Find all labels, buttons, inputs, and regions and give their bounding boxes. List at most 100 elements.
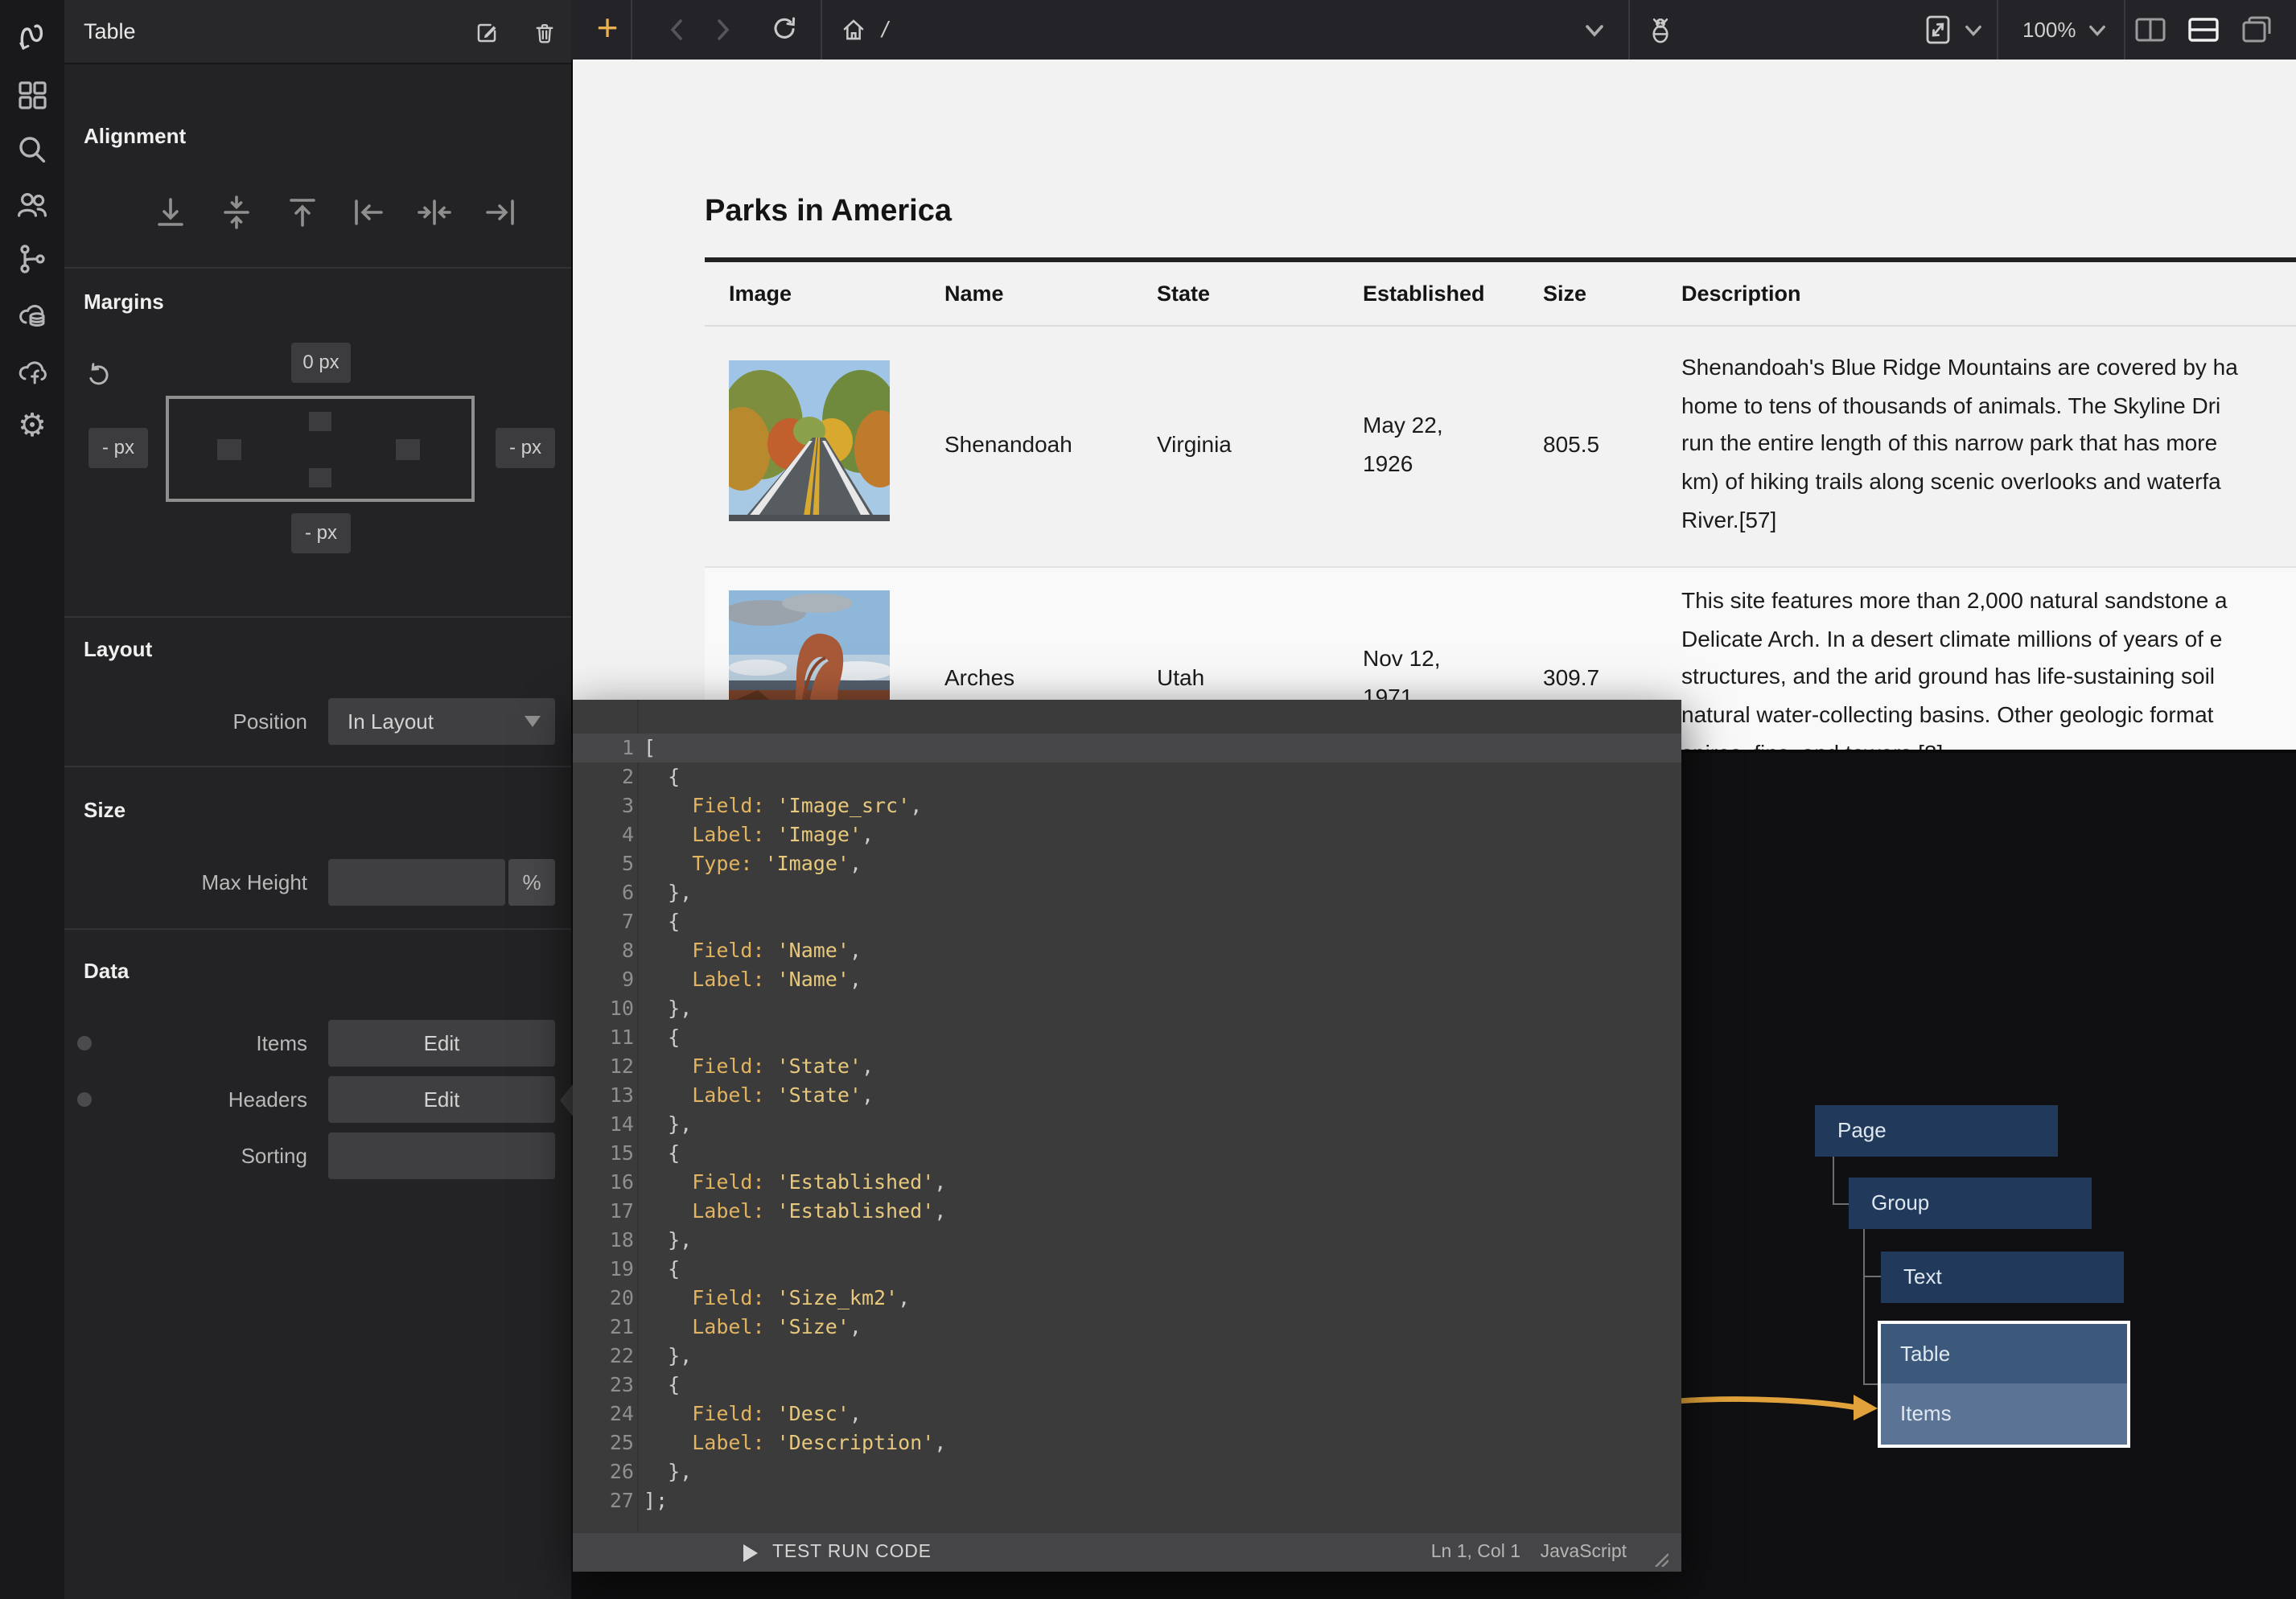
code-line[interactable]: 9 Label: 'Name',	[573, 965, 1681, 994]
code-line[interactable]: 21 Label: 'Size',	[573, 1313, 1681, 1342]
col-header[interactable]: Name	[944, 262, 1004, 325]
align-top-icon[interactable]	[283, 193, 322, 232]
reset-margins-icon[interactable]	[85, 362, 113, 389]
code-line[interactable]: 4 Label: 'Image',	[573, 820, 1681, 849]
sorting-input[interactable]	[328, 1132, 555, 1179]
code-text[interactable]: {	[644, 1023, 680, 1052]
test-run-code-button[interactable]: TEST RUN CODE	[772, 1533, 932, 1573]
code-text[interactable]: },	[644, 994, 692, 1023]
items-edit-button[interactable]: Edit	[328, 1020, 555, 1067]
code-line[interactable]: 25 Label: 'Description',	[573, 1428, 1681, 1457]
code-line[interactable]: 20 Field: 'Size_km2',	[573, 1284, 1681, 1313]
code-text[interactable]: Label: 'State',	[644, 1081, 874, 1110]
code-line[interactable]: 24 Field: 'Desc',	[573, 1400, 1681, 1428]
back-icon[interactable]	[666, 18, 689, 42]
forward-icon[interactable]	[711, 18, 734, 42]
align-horizontal-center-icon[interactable]	[415, 193, 454, 232]
settings-gear-icon[interactable]: ⚙	[14, 409, 50, 444]
zoom-level[interactable]: 100%	[2022, 0, 2076, 60]
max-height-input[interactable]	[328, 859, 505, 906]
code-line[interactable]: 23 {	[573, 1371, 1681, 1400]
code-line[interactable]: 10 },	[573, 994, 1681, 1023]
code-line[interactable]: 18 },	[573, 1226, 1681, 1255]
code-text[interactable]: ];	[644, 1486, 668, 1515]
margin-left-value[interactable]: - px	[88, 428, 148, 468]
tree-node-table[interactable]: Table	[1881, 1324, 2127, 1383]
branch-icon[interactable]	[14, 241, 50, 277]
refresh-icon[interactable]	[771, 16, 798, 43]
code-text[interactable]: {	[644, 1255, 680, 1284]
code-text[interactable]: Type: 'Image',	[644, 849, 862, 878]
code-line[interactable]: 26 },	[573, 1457, 1681, 1486]
code-line[interactable]: 11 {	[573, 1023, 1681, 1052]
code-text[interactable]: Field: 'Size_km2',	[644, 1284, 910, 1313]
code-text[interactable]: Field: 'Established',	[644, 1168, 946, 1197]
code-line[interactable]: 19 {	[573, 1255, 1681, 1284]
code-line[interactable]: 16 Field: 'Established',	[573, 1168, 1681, 1197]
code-line[interactable]: 17 Label: 'Established',	[573, 1197, 1681, 1226]
split-vertical-layout-icon[interactable]	[2133, 16, 2167, 43]
code-line[interactable]: 2 {	[573, 763, 1681, 791]
margin-right-value[interactable]: - px	[496, 428, 555, 468]
align-left-icon[interactable]	[349, 193, 388, 232]
code-text[interactable]: {	[644, 1139, 680, 1168]
col-header[interactable]: Description	[1681, 262, 1801, 325]
margin-right-handle[interactable]	[396, 439, 420, 460]
code-text[interactable]: Field: 'Desc',	[644, 1400, 862, 1428]
code-text[interactable]: Field: 'Name',	[644, 936, 862, 965]
code-text[interactable]: },	[644, 1457, 692, 1486]
home-icon[interactable]	[840, 16, 867, 43]
margin-bottom-handle[interactable]	[309, 468, 331, 487]
code-text[interactable]: Label: 'Established',	[644, 1197, 946, 1226]
code-text[interactable]: [	[644, 734, 656, 763]
search-icon[interactable]	[14, 132, 50, 167]
code-area[interactable]: 1[2 {3 Field: 'Image_src',4 Label: 'Imag…	[573, 734, 1681, 1515]
url-chevron-down-icon[interactable]	[1585, 24, 1604, 37]
code-text[interactable]: Label: 'Image',	[644, 820, 874, 849]
screen-size-chevron-icon[interactable]	[1965, 24, 1982, 37]
margin-top-handle[interactable]	[309, 412, 331, 431]
trash-icon[interactable]	[531, 19, 558, 47]
users-icon[interactable]	[14, 187, 50, 222]
url-path[interactable]: /	[882, 0, 888, 60]
code-line[interactable]: 12 Field: 'State',	[573, 1052, 1681, 1081]
tree-node-table-selected[interactable]: Table Items	[1878, 1321, 2130, 1448]
margin-left-handle[interactable]	[217, 439, 241, 460]
tree-node-text[interactable]: Text	[1881, 1252, 2124, 1303]
code-text[interactable]: Label: 'Description',	[644, 1428, 946, 1457]
col-header[interactable]: State	[1157, 262, 1210, 325]
code-line[interactable]: 8 Field: 'Name',	[573, 936, 1681, 965]
code-text[interactable]: },	[644, 1342, 692, 1371]
code-text[interactable]: Label: 'Name',	[644, 965, 862, 994]
code-line[interactable]: 6 },	[573, 878, 1681, 907]
code-text[interactable]: Label: 'Size',	[644, 1313, 862, 1342]
code-line[interactable]: 1[	[573, 734, 1681, 763]
shenandoah-image[interactable]	[729, 360, 890, 521]
code-text[interactable]: },	[644, 1110, 692, 1139]
tree-node-table-items[interactable]: Items	[1881, 1383, 2127, 1445]
zoom-chevron-icon[interactable]	[2088, 24, 2106, 37]
cloud-database-icon[interactable]	[14, 298, 50, 333]
code-text[interactable]: {	[644, 1371, 680, 1400]
app-logo[interactable]	[14, 18, 50, 53]
col-header[interactable]: Size	[1543, 262, 1586, 325]
floating-windows-layout-icon[interactable]	[2240, 14, 2273, 45]
code-text[interactable]: {	[644, 763, 680, 791]
cloud-function-icon[interactable]	[14, 354, 50, 389]
code-line[interactable]: 22 },	[573, 1342, 1681, 1371]
tree-node-group[interactable]: Group	[1849, 1178, 2092, 1229]
table-row[interactable]: Shenandoah Virginia May 22, 1926 805.5 S…	[705, 327, 2296, 566]
code-line[interactable]: 3 Field: 'Image_src',	[573, 791, 1681, 820]
blocks-icon[interactable]	[14, 77, 50, 113]
split-horizontal-layout-icon[interactable]	[2187, 16, 2220, 43]
col-header[interactable]: Image	[729, 262, 792, 325]
tree-node-page[interactable]: Page	[1815, 1105, 2058, 1157]
align-vertical-center-icon[interactable]	[217, 193, 256, 232]
language-label[interactable]: JavaScript	[1541, 1533, 1627, 1573]
headers-edit-button[interactable]: Edit	[328, 1076, 555, 1123]
code-text[interactable]: Field: 'State',	[644, 1052, 874, 1081]
code-line[interactable]: 27];	[573, 1486, 1681, 1515]
margin-top-value[interactable]: 0 px	[291, 343, 351, 383]
add-button[interactable]: +	[584, 0, 631, 60]
code-text[interactable]: },	[644, 878, 692, 907]
